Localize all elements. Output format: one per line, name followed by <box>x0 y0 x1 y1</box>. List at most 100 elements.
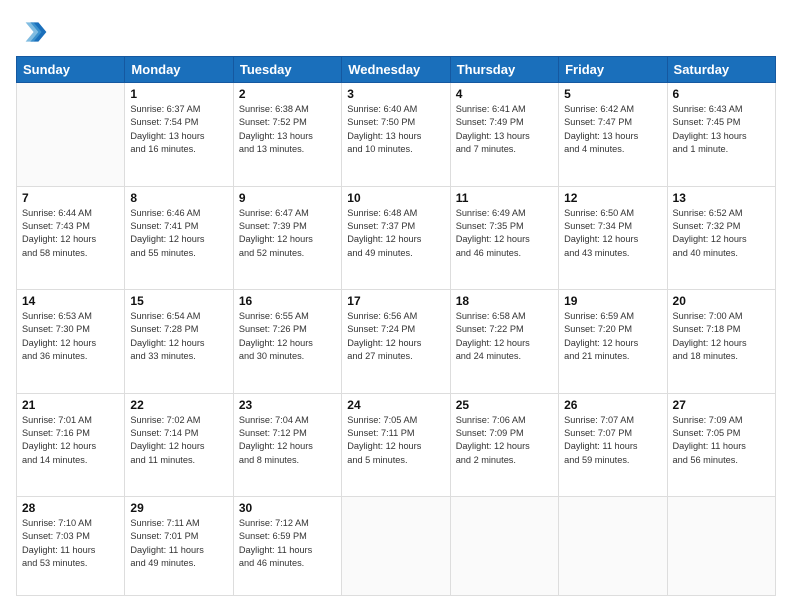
calendar-cell: 22 Sunrise: 7:02 AM Sunset: 7:14 PM Dayli… <box>125 393 233 497</box>
day-info: Sunrise: 6:58 AM Sunset: 7:22 PM Dayligh… <box>456 310 553 363</box>
day-number: 25 <box>456 398 553 412</box>
calendar-cell: 21 Sunrise: 7:01 AM Sunset: 7:16 PM Dayli… <box>17 393 125 497</box>
day-number: 26 <box>564 398 661 412</box>
calendar-table: SundayMondayTuesdayWednesdayThursdayFrid… <box>16 56 776 596</box>
calendar-cell <box>559 497 667 596</box>
day-info: Sunrise: 7:09 AM Sunset: 7:05 PM Dayligh… <box>673 414 770 467</box>
weekday-header-saturday: Saturday <box>667 57 775 83</box>
calendar-cell: 20 Sunrise: 7:00 AM Sunset: 7:18 PM Dayli… <box>667 290 775 394</box>
day-number: 1 <box>130 87 227 101</box>
day-info: Sunrise: 7:05 AM Sunset: 7:11 PM Dayligh… <box>347 414 444 467</box>
day-info: Sunrise: 6:46 AM Sunset: 7:41 PM Dayligh… <box>130 207 227 260</box>
week-row-3: 14Sunrise: 6:53 AM Sunset: 7:30 PM Dayli… <box>17 290 776 394</box>
day-number: 19 <box>564 294 661 308</box>
calendar-cell: 15 Sunrise: 6:54 AM Sunset: 7:28 PM Dayli… <box>125 290 233 394</box>
day-info: Sunrise: 7:12 AM Sunset: 6:59 PM Dayligh… <box>239 517 336 570</box>
day-number: 3 <box>347 87 444 101</box>
day-info: Sunrise: 6:54 AM Sunset: 7:28 PM Dayligh… <box>130 310 227 363</box>
calendar-cell: 7 Sunrise: 6:44 AM Sunset: 7:43 PM Daylig… <box>17 186 125 290</box>
calendar-cell: 19 Sunrise: 6:59 AM Sunset: 7:20 PM Dayli… <box>559 290 667 394</box>
day-info: Sunrise: 6:44 AM Sunset: 7:43 PM Dayligh… <box>22 207 119 260</box>
weekday-header-sunday: Sunday <box>17 57 125 83</box>
day-info: Sunrise: 6:59 AM Sunset: 7:20 PM Dayligh… <box>564 310 661 363</box>
weekday-header-tuesday: Tuesday <box>233 57 341 83</box>
day-number: 30 <box>239 501 336 515</box>
weekday-header-wednesday: Wednesday <box>342 57 450 83</box>
calendar-cell: 14Sunrise: 6:53 AM Sunset: 7:30 PM Dayli… <box>17 290 125 394</box>
day-info: Sunrise: 7:06 AM Sunset: 7:09 PM Dayligh… <box>456 414 553 467</box>
weekday-header-row: SundayMondayTuesdayWednesdayThursdayFrid… <box>17 57 776 83</box>
day-number: 21 <box>22 398 119 412</box>
calendar-cell: 9 Sunrise: 6:47 AM Sunset: 7:39 PM Daylig… <box>233 186 341 290</box>
week-row-1: 1Sunrise: 6:37 AM Sunset: 7:54 PM Daylig… <box>17 83 776 187</box>
day-number: 10 <box>347 191 444 205</box>
calendar-cell <box>667 497 775 596</box>
calendar-cell: 26Sunrise: 7:07 AM Sunset: 7:07 PM Dayli… <box>559 393 667 497</box>
day-number: 22 <box>130 398 227 412</box>
day-number: 23 <box>239 398 336 412</box>
calendar-cell: 23Sunrise: 7:04 AM Sunset: 7:12 PM Dayli… <box>233 393 341 497</box>
day-number: 20 <box>673 294 770 308</box>
day-number: 13 <box>673 191 770 205</box>
day-info: Sunrise: 7:01 AM Sunset: 7:16 PM Dayligh… <box>22 414 119 467</box>
day-info: Sunrise: 7:10 AM Sunset: 7:03 PM Dayligh… <box>22 517 119 570</box>
calendar-cell: 10 Sunrise: 6:48 AM Sunset: 7:37 PM Dayli… <box>342 186 450 290</box>
day-info: Sunrise: 6:40 AM Sunset: 7:50 PM Dayligh… <box>347 103 444 156</box>
day-number: 14 <box>22 294 119 308</box>
week-row-5: 28 Sunrise: 7:10 AM Sunset: 7:03 PM Dayli… <box>17 497 776 596</box>
day-info: Sunrise: 6:55 AM Sunset: 7:26 PM Dayligh… <box>239 310 336 363</box>
day-number: 12 <box>564 191 661 205</box>
calendar-cell <box>342 497 450 596</box>
day-number: 28 <box>22 501 119 515</box>
day-number: 27 <box>673 398 770 412</box>
day-number: 15 <box>130 294 227 308</box>
calendar-cell: 2 Sunrise: 6:38 AM Sunset: 7:52 PM Daylig… <box>233 83 341 187</box>
calendar-cell: 17 Sunrise: 6:56 AM Sunset: 7:24 PM Dayli… <box>342 290 450 394</box>
day-number: 16 <box>239 294 336 308</box>
day-info: Sunrise: 6:38 AM Sunset: 7:52 PM Dayligh… <box>239 103 336 156</box>
calendar-cell: 3 Sunrise: 6:40 AM Sunset: 7:50 PM Daylig… <box>342 83 450 187</box>
weekday-header-friday: Friday <box>559 57 667 83</box>
day-info: Sunrise: 6:42 AM Sunset: 7:47 PM Dayligh… <box>564 103 661 156</box>
day-number: 9 <box>239 191 336 205</box>
day-info: Sunrise: 7:00 AM Sunset: 7:18 PM Dayligh… <box>673 310 770 363</box>
calendar-cell: 29 Sunrise: 7:11 AM Sunset: 7:01 PM Dayli… <box>125 497 233 596</box>
weekday-header-monday: Monday <box>125 57 233 83</box>
day-info: Sunrise: 6:56 AM Sunset: 7:24 PM Dayligh… <box>347 310 444 363</box>
week-row-2: 7 Sunrise: 6:44 AM Sunset: 7:43 PM Daylig… <box>17 186 776 290</box>
day-number: 4 <box>456 87 553 101</box>
calendar-cell: 12Sunrise: 6:50 AM Sunset: 7:34 PM Dayli… <box>559 186 667 290</box>
calendar-cell: 16 Sunrise: 6:55 AM Sunset: 7:26 PM Dayli… <box>233 290 341 394</box>
day-number: 18 <box>456 294 553 308</box>
day-info: Sunrise: 6:47 AM Sunset: 7:39 PM Dayligh… <box>239 207 336 260</box>
calendar-cell: 1Sunrise: 6:37 AM Sunset: 7:54 PM Daylig… <box>125 83 233 187</box>
day-info: Sunrise: 6:49 AM Sunset: 7:35 PM Dayligh… <box>456 207 553 260</box>
logo-icon <box>16 16 48 48</box>
day-info: Sunrise: 6:43 AM Sunset: 7:45 PM Dayligh… <box>673 103 770 156</box>
day-info: Sunrise: 6:41 AM Sunset: 7:49 PM Dayligh… <box>456 103 553 156</box>
day-info: Sunrise: 6:48 AM Sunset: 7:37 PM Dayligh… <box>347 207 444 260</box>
day-number: 2 <box>239 87 336 101</box>
day-number: 8 <box>130 191 227 205</box>
calendar-cell: 18 Sunrise: 6:58 AM Sunset: 7:22 PM Dayli… <box>450 290 558 394</box>
calendar-cell <box>450 497 558 596</box>
page: SundayMondayTuesdayWednesdayThursdayFrid… <box>0 0 792 612</box>
calendar-cell: 6Sunrise: 6:43 AM Sunset: 7:45 PM Daylig… <box>667 83 775 187</box>
calendar-cell: 8 Sunrise: 6:46 AM Sunset: 7:41 PM Daylig… <box>125 186 233 290</box>
day-number: 17 <box>347 294 444 308</box>
day-info: Sunrise: 7:11 AM Sunset: 7:01 PM Dayligh… <box>130 517 227 570</box>
calendar-cell: 27 Sunrise: 7:09 AM Sunset: 7:05 PM Dayli… <box>667 393 775 497</box>
day-number: 29 <box>130 501 227 515</box>
day-info: Sunrise: 6:52 AM Sunset: 7:32 PM Dayligh… <box>673 207 770 260</box>
day-number: 7 <box>22 191 119 205</box>
calendar-cell: 25 Sunrise: 7:06 AM Sunset: 7:09 PM Dayli… <box>450 393 558 497</box>
calendar-cell: 28 Sunrise: 7:10 AM Sunset: 7:03 PM Dayli… <box>17 497 125 596</box>
week-row-4: 21 Sunrise: 7:01 AM Sunset: 7:16 PM Dayli… <box>17 393 776 497</box>
calendar-cell: 5Sunrise: 6:42 AM Sunset: 7:47 PM Daylig… <box>559 83 667 187</box>
weekday-header-thursday: Thursday <box>450 57 558 83</box>
day-info: Sunrise: 7:02 AM Sunset: 7:14 PM Dayligh… <box>130 414 227 467</box>
day-number: 24 <box>347 398 444 412</box>
logo <box>16 16 52 48</box>
calendar-cell: 4 Sunrise: 6:41 AM Sunset: 7:49 PM Daylig… <box>450 83 558 187</box>
calendar-cell: 13 Sunrise: 6:52 AM Sunset: 7:32 PM Dayli… <box>667 186 775 290</box>
